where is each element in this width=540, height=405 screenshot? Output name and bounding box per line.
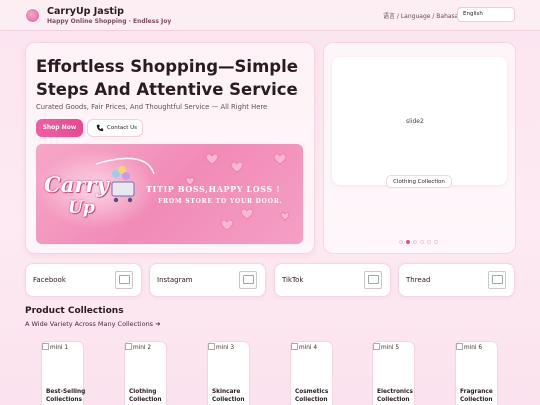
social-card-facebook[interactable]: Facebook [25, 263, 142, 297]
collection-image: mini 1 [42, 343, 68, 351]
banner-logo-carry: Carry [44, 172, 109, 197]
collection-label: Electronics Collection [377, 389, 413, 403]
collection-image: mini 6 [456, 343, 482, 351]
slider-dot-3[interactable] [413, 240, 417, 244]
slider-dot-1[interactable] [399, 240, 403, 244]
slide-caption: Clothing Collection [386, 175, 452, 188]
collections-subtitle-link[interactable]: A Wide Variety Across Many Collections ➔ [25, 320, 161, 328]
collection-card[interactable]: mini 1 Best-Selling Collections [41, 341, 86, 405]
collection-card[interactable]: mini 4 Cosmetics Collection [290, 341, 333, 405]
hero-title: Effortless Shopping—Simple Steps And Att… [36, 57, 298, 99]
hero-subtitle: Curated Goods, Fair Prices, And Thoughtf… [36, 103, 268, 111]
social-label: Instagram [157, 276, 193, 284]
contact-us-label: Contact Us [107, 125, 138, 131]
contact-us-button[interactable]: Contact Us [87, 119, 143, 137]
collection-card[interactable]: mini 6 Fragrance Collection [455, 341, 498, 405]
social-card-instagram[interactable]: Instagram [149, 263, 266, 297]
brand-subtitle: Happy Online Shopping · Endless Joy [47, 18, 172, 25]
top-header: CarryUp Jastip Happy Online Shopping · E… [0, 0, 540, 31]
collection-label: Cosmetics Collection [295, 389, 329, 403]
facebook-icon [115, 271, 133, 289]
collection-image: mini 5 [373, 343, 399, 351]
promo-banner[interactable]: Carry Up TITIP BOSS,HAPPY LOSS ! FROM ST… [36, 144, 303, 244]
collection-label: Best-Selling Collections [46, 389, 86, 403]
collection-image: mini 2 [125, 343, 151, 351]
brand-title: CarryUp Jastip [47, 6, 124, 17]
collection-label: Clothing Collection [129, 389, 162, 403]
slider-dot-5[interactable] [427, 240, 431, 244]
collection-card[interactable]: mini 5 Electronics Collection [372, 341, 415, 405]
slide-image-alt: slide2 [406, 118, 424, 125]
social-label: Facebook [33, 276, 66, 284]
banner-tagline: TITIP BOSS,HAPPY LOSS ! [146, 184, 281, 194]
phone-icon [96, 124, 104, 132]
collection-image: mini 4 [291, 343, 317, 351]
thread-icon [488, 271, 506, 289]
collection-card[interactable]: mini 2 Clothing Collection [124, 341, 167, 405]
social-card-tiktok[interactable]: TikTok [274, 263, 391, 297]
language-label: 语言 / Language / Bahasa [383, 13, 459, 20]
collection-label: Fragrance Collection [460, 389, 493, 403]
slider-dot-4[interactable] [420, 240, 424, 244]
slider-dot-6[interactable] [434, 240, 438, 244]
banner-logo-up: Up [68, 198, 95, 218]
social-label: Thread [406, 276, 431, 284]
slider-dot-2[interactable] [406, 240, 410, 244]
tiktok-icon [364, 271, 382, 289]
language-select[interactable]: English [457, 7, 515, 22]
brand-logo[interactable] [25, 8, 40, 23]
social-label: TikTok [282, 276, 304, 284]
collection-card[interactable]: mini 3 Skincare Collection [207, 341, 250, 405]
social-card-thread[interactable]: Thread [398, 263, 515, 297]
shop-now-button[interactable]: Shop Now [36, 119, 83, 137]
collection-image: mini 3 [208, 343, 234, 351]
banner-subline: FROM STORE TO YOUR DOOR. [158, 198, 283, 205]
instagram-icon [239, 271, 257, 289]
collections-title: Product Collections [25, 306, 124, 316]
collection-label: Skincare Collection [212, 389, 245, 403]
